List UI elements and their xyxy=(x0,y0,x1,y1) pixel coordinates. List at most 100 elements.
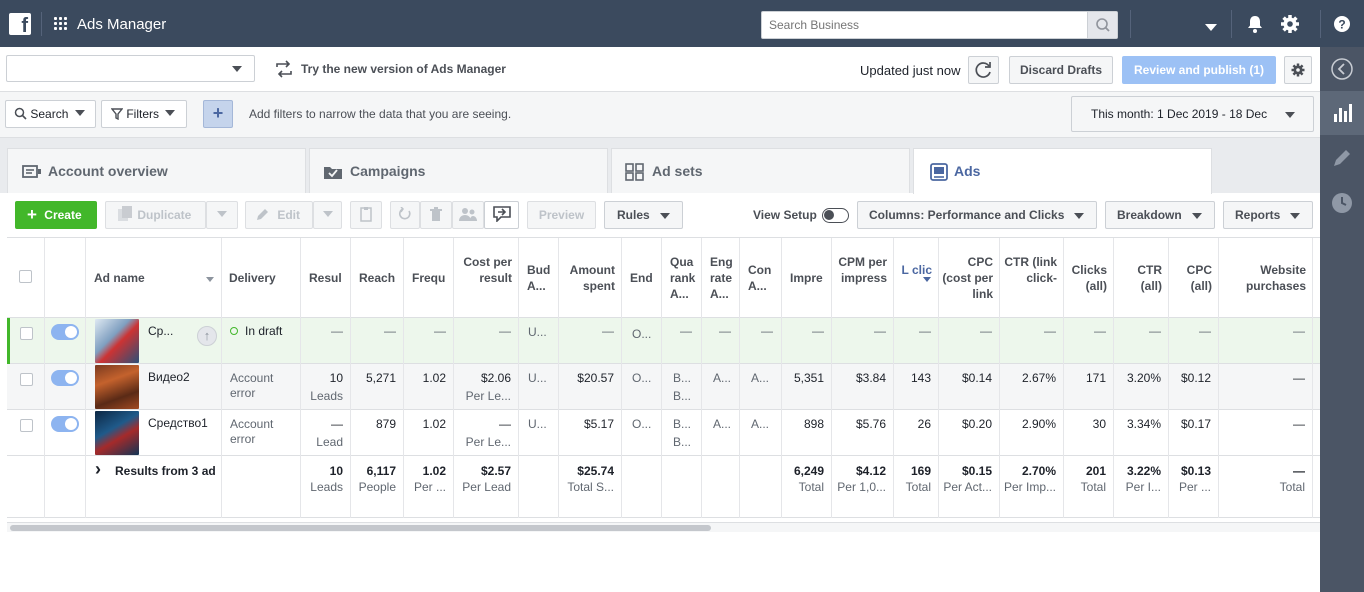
ad-thumbnail[interactable] xyxy=(95,365,139,409)
audience-button[interactable] xyxy=(452,201,484,229)
column-header[interactable]: Con A... xyxy=(740,238,782,318)
app-title[interactable]: Ads Manager xyxy=(77,16,166,33)
rail-chart-button[interactable] xyxy=(1320,91,1364,135)
edit-dropdown[interactable] xyxy=(313,201,342,229)
rules-dropdown[interactable]: Rules xyxy=(604,201,683,229)
column-header[interactable]: CPC (all) xyxy=(1169,238,1219,318)
column-header[interactable]: CPM per impress xyxy=(832,238,894,318)
ad-thumbnail[interactable] xyxy=(95,411,139,455)
horizontal-scrollbar[interactable] xyxy=(7,522,1320,532)
ad-status-toggle[interactable] xyxy=(51,324,79,340)
row-select-cell[interactable] xyxy=(7,318,45,364)
breakdown-dropdown[interactable]: Breakdown xyxy=(1105,201,1215,229)
sort-chevron-icon[interactable] xyxy=(923,277,931,282)
settings-button[interactable] xyxy=(1284,56,1312,84)
add-filter-button[interactable]: + xyxy=(203,100,233,128)
publish-arrow-icon[interactable]: ↑ xyxy=(197,326,217,346)
delete-button[interactable] xyxy=(420,201,452,229)
rail-history-button[interactable] xyxy=(1320,181,1364,225)
column-header[interactable]: Amount spent xyxy=(559,238,622,318)
try-new-version-link[interactable]: Try the new version of Ads Manager xyxy=(301,62,506,76)
select-all-cell[interactable] xyxy=(7,238,45,318)
reports-dropdown[interactable]: Reports xyxy=(1223,201,1313,229)
column-header[interactable]: Cost per result xyxy=(454,238,519,318)
column-header[interactable]: Ad name xyxy=(86,238,222,318)
column-header[interactable]: Bud A... xyxy=(519,238,559,318)
totals-sublabel: Per Imp... xyxy=(1003,480,1056,494)
column-header-label: Eng rate A... xyxy=(710,255,733,301)
row-toggle-cell[interactable] xyxy=(45,364,86,410)
expand-chevron-right-icon[interactable]: › xyxy=(95,459,101,480)
row-select-cell[interactable] xyxy=(7,364,45,410)
column-header[interactable]: Qua rank A... xyxy=(662,238,702,318)
duplicate-button[interactable]: Duplicate xyxy=(105,201,206,229)
preview-comment-button[interactable] xyxy=(484,201,519,229)
column-header[interactable]: Clicks (all) xyxy=(1064,238,1114,318)
column-header[interactable]: CPC (cost per link xyxy=(939,238,1000,318)
row-checkbox[interactable] xyxy=(20,419,33,432)
row-checkbox[interactable] xyxy=(20,373,33,386)
ad-name-cell[interactable]: Ср... ↑ xyxy=(86,318,222,364)
ad-status-toggle[interactable] xyxy=(51,370,79,386)
review-publish-button[interactable]: Review and publish (1) xyxy=(1122,56,1276,84)
column-header[interactable]: CTR (link click- xyxy=(1000,238,1064,318)
totals-value: 3.22% xyxy=(1126,464,1161,478)
tab-campaigns[interactable]: Campaigns xyxy=(309,148,608,194)
ad-status-toggle[interactable] xyxy=(51,416,79,432)
date-range-picker[interactable]: This month: 1 Dec 2019 - 18 Dec xyxy=(1071,96,1314,132)
ad-thumbnail[interactable] xyxy=(95,319,139,363)
search-button[interactable] xyxy=(1087,12,1117,38)
view-setup-toggle[interactable] xyxy=(822,208,849,223)
column-header[interactable]: Eng rate A... xyxy=(702,238,740,318)
help-icon[interactable]: ? xyxy=(1332,14,1352,34)
row-checkbox[interactable] xyxy=(20,327,33,340)
totals-value: $4.12 xyxy=(855,464,886,478)
metric-value: — xyxy=(384,324,396,338)
edit-button[interactable]: Edit xyxy=(245,201,313,229)
preview-button[interactable]: Preview xyxy=(527,201,596,229)
duplicate-dropdown[interactable] xyxy=(206,201,238,229)
account-dropdown-chevron-icon[interactable] xyxy=(1201,16,1221,36)
create-button[interactable]: + Create xyxy=(15,201,97,229)
select-all-checkbox[interactable] xyxy=(19,270,32,283)
column-header[interactable]: L clic xyxy=(894,238,939,318)
account-selector[interactable] xyxy=(6,55,255,82)
column-header[interactable]: Frequ xyxy=(404,238,454,318)
rail-edit-button[interactable] xyxy=(1320,136,1364,180)
tab-account-overview[interactable]: Account overview xyxy=(7,148,306,194)
tab-ad-sets[interactable]: Ad sets xyxy=(611,148,910,194)
ad-name-cell[interactable]: Средство1 xyxy=(86,410,222,456)
column-header[interactable]: Impre xyxy=(782,238,832,318)
column-header[interactable]: Reach xyxy=(351,238,404,318)
collapse-panel-button[interactable] xyxy=(1320,47,1364,91)
filters-dropdown[interactable]: Filters xyxy=(101,100,187,128)
chevron-down-icon xyxy=(74,110,85,116)
revert-button[interactable] xyxy=(390,201,420,229)
ad-name-cell[interactable]: Видео2 xyxy=(86,364,222,410)
row-select-cell[interactable] xyxy=(7,410,45,456)
column-header-label: Clicks (all) xyxy=(1071,263,1107,293)
column-header[interactable]: Resul xyxy=(301,238,351,318)
search-business[interactable] xyxy=(761,11,1118,39)
column-header[interactable]: CTR (all) xyxy=(1114,238,1169,318)
column-header[interactable]: Website purchases xyxy=(1219,238,1313,318)
column-header[interactable]: Delivery xyxy=(222,238,301,318)
row-toggle-cell[interactable] xyxy=(45,410,86,456)
plus-icon: + xyxy=(27,205,37,224)
tab-ads[interactable]: Ads xyxy=(913,148,1212,194)
totals-label-cell[interactable]: › Results from 3 ad xyxy=(86,456,222,518)
settings-gear-icon[interactable] xyxy=(1280,14,1300,34)
facebook-logo-icon[interactable]: f xyxy=(9,13,31,35)
discard-drafts-button[interactable]: Discard Drafts xyxy=(1009,56,1113,84)
row-toggle-cell[interactable] xyxy=(45,318,86,364)
notifications-bell-icon[interactable] xyxy=(1245,14,1265,34)
columns-dropdown[interactable]: Columns: Performance and Clicks xyxy=(857,201,1097,229)
search-business-input[interactable] xyxy=(762,12,1082,38)
apps-grid-icon[interactable] xyxy=(54,17,68,31)
sort-chevron-icon[interactable] xyxy=(206,277,214,282)
clipboard-button[interactable] xyxy=(350,201,382,229)
refresh-button[interactable] xyxy=(968,56,999,84)
column-header[interactable]: End xyxy=(622,238,662,318)
search-dropdown[interactable]: Search xyxy=(5,100,96,128)
scrollbar-thumb[interactable] xyxy=(10,525,711,531)
